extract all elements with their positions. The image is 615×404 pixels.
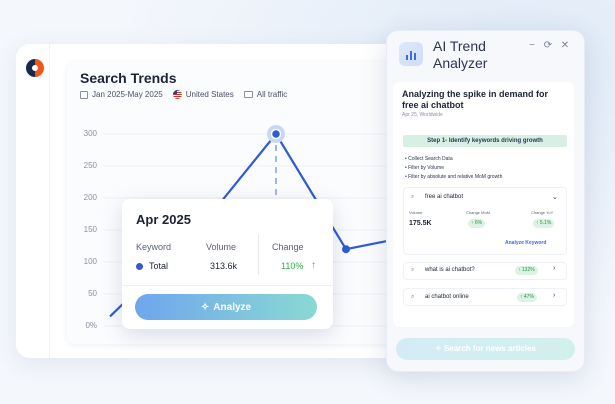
mom-header: Change MoM	[466, 210, 491, 215]
chevron-down-icon[interactable]: ⌄	[552, 193, 558, 201]
total-volume: 313.6k	[210, 261, 238, 271]
search-news-button[interactable]: ✧ Search for news articles	[396, 338, 575, 360]
change-header: Change	[272, 242, 304, 252]
total-change: 110%	[281, 261, 304, 271]
total-keyword: Total	[149, 261, 169, 271]
analyze-label: Analyze	[213, 301, 252, 313]
volume-header: Volume	[206, 242, 237, 252]
keyword-header: Keyword	[136, 242, 172, 252]
change-badge: ↑ 132%	[515, 266, 538, 275]
popover-title: Apr 2025	[136, 212, 191, 227]
sparkle-icon: ✧	[200, 301, 210, 313]
yoy-header: Change YoY	[531, 210, 554, 215]
panel-title: AI Trend Analyzer	[433, 38, 488, 71]
step-banner: Step 1- Identify keywords driving growth	[403, 135, 567, 147]
restore-icon[interactable]: ⟳	[543, 40, 553, 51]
bullet-item: • Collect Search Data	[405, 156, 453, 162]
keyword-label: ai chatbot online	[425, 294, 469, 300]
analyze-keyword-link[interactable]: Analyze Keyword	[505, 240, 546, 246]
volume-header: Volume	[409, 210, 423, 215]
data-point[interactable]	[342, 245, 350, 254]
chevron-right-icon[interactable]: ›	[553, 292, 555, 299]
data-point[interactable]	[270, 128, 282, 140]
analyze-button[interactable]: ✧ Analyze	[135, 294, 317, 320]
minimize-icon[interactable]: −	[527, 40, 537, 51]
arrow-up-icon: ↑	[311, 260, 316, 271]
analysis-subtitle: Apr 25, Worldwide	[402, 112, 443, 118]
close-icon[interactable]: ✕	[560, 40, 570, 51]
mom-badge: ↑ 6%	[468, 219, 486, 228]
bar-chart-app-icon	[399, 42, 423, 66]
keyword-label: what is ai chatbot?	[425, 267, 475, 273]
keyword-icon: ⌕	[411, 294, 415, 300]
popover-divider	[122, 285, 333, 286]
chevron-right-icon[interactable]: ›	[553, 265, 555, 272]
step-bullets: • Collect Search Data • Filter by Volume…	[405, 155, 502, 182]
yoy-badge: ↑ 5.1%	[533, 219, 555, 228]
keyword-icon: ⌕	[411, 267, 415, 273]
month-popover: Apr 2025 Keyword Volume Change Total 313…	[122, 199, 333, 329]
keyword-volume: 175.5K	[409, 220, 432, 227]
bullet-item: • Filter by Volume	[405, 165, 444, 171]
column-divider	[258, 235, 259, 275]
keyword-label: free ai chatbot	[425, 194, 464, 200]
bullet-item: • Filter by absolute and relative MoM gr…	[405, 174, 503, 180]
series-dot	[136, 263, 143, 270]
keyword-icon: ⌕	[411, 194, 415, 200]
analysis-question: Analyzing the spike in demand for free a…	[402, 89, 549, 110]
change-badge: ↑ 47%	[517, 293, 537, 302]
